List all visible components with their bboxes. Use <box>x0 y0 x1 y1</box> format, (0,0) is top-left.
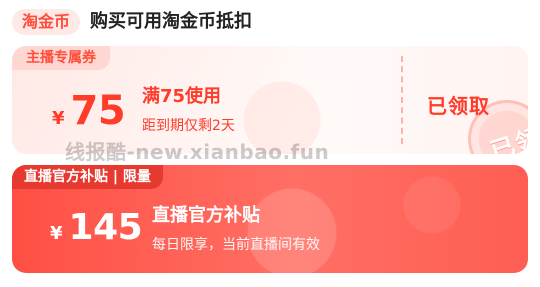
currency-symbol: ¥ <box>50 223 63 244</box>
coupon-expiry: 距到期仅剩2天 <box>142 118 235 134</box>
coupon-title: 直播官方补贴 <box>152 205 260 226</box>
taojinbi-pill: 淘金币 <box>12 9 81 35</box>
coupon-price: ¥ 75 <box>52 88 126 134</box>
page: 淘金币 购买可用淘金币抵扣 主播专属券 ¥ 75 满75使用 距到期仅剩2天 已… <box>0 0 540 287</box>
coupon-badge: 主播专属券 <box>12 46 110 70</box>
coupon-threshold: 满75使用 <box>142 86 222 107</box>
coupon-amount: 75 <box>70 88 126 134</box>
coupon-divider <box>401 56 403 144</box>
coupon-badge: 直播官方补贴 | 限量 <box>12 165 163 189</box>
currency-symbol: ¥ <box>52 108 65 129</box>
coupon-details: 直播官方补贴 每日限享，当前直播间有效 <box>152 203 320 255</box>
header: 淘金币 购买可用淘金币抵扣 <box>12 8 252 36</box>
claimed-stamp-text: 已领 <box>487 123 528 154</box>
watermark: 线报酷-new.xianbao.fun <box>65 140 330 164</box>
coupon-amount: 145 <box>68 207 143 248</box>
coupon-validity: 每日限享，当前直播间有效 <box>152 237 320 253</box>
coupon-price: ¥ 145 <box>50 207 143 248</box>
header-title: 购买可用淘金币抵扣 <box>90 11 253 32</box>
coupon-details: 满75使用 距到期仅剩2天 <box>142 84 235 136</box>
coupon-card-official-subsidy[interactable]: 直播官方补贴 | 限量 ¥ 145 直播官方补贴 每日限享，当前直播间有效 <box>12 165 528 273</box>
